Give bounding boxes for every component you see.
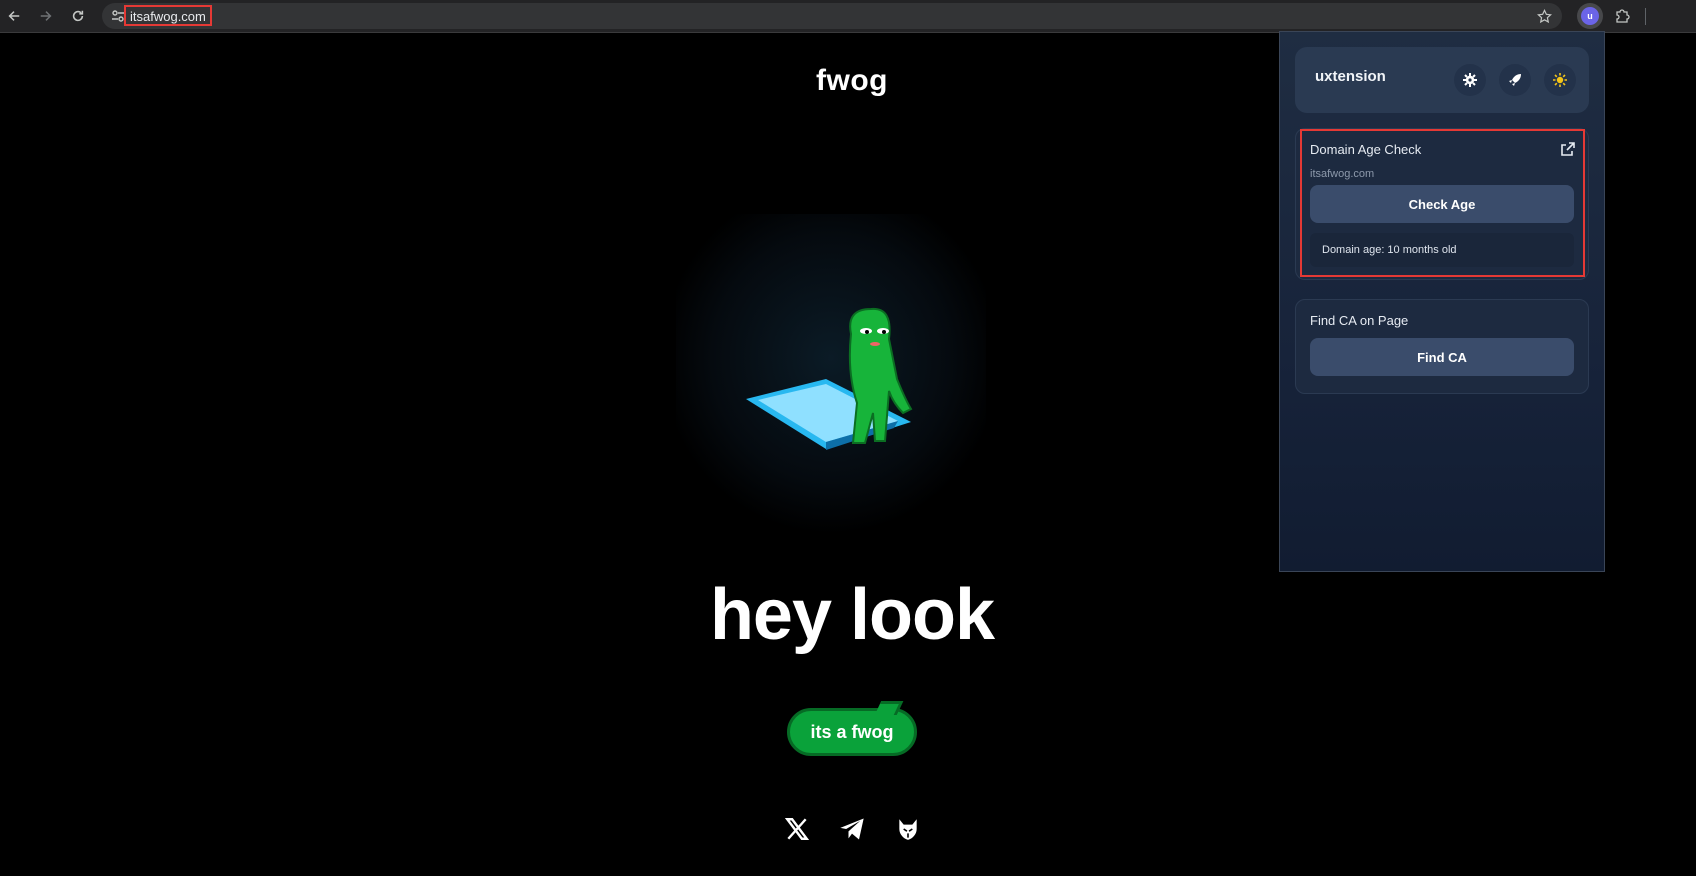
extension-popup: uxtension Domain Age Check itsafwog.com … (1279, 31, 1605, 572)
sun-icon (1553, 73, 1567, 87)
find-ca-card: Find CA on Page Find CA (1295, 299, 1589, 394)
find-ca-button[interactable]: Find CA (1310, 338, 1574, 376)
extension-avatar: u (1581, 7, 1599, 25)
extension-title: uxtension (1315, 68, 1386, 85)
highlight-box (1300, 129, 1585, 277)
find-ca-title: Find CA on Page (1310, 313, 1409, 328)
puzzle-icon (1616, 9, 1630, 23)
arrow-right-icon (40, 11, 52, 21)
toolbar-divider (1645, 8, 1646, 25)
cta-tab-decoration (874, 701, 904, 715)
x-icon (784, 818, 810, 840)
rocket-icon (1509, 74, 1521, 86)
x-link[interactable] (782, 814, 812, 844)
arrow-left-icon (8, 11, 20, 21)
extensions-button[interactable] (1611, 5, 1633, 27)
dexscreener-icon (899, 819, 917, 840)
browser-toolbar: itsafwog.com u (0, 0, 1696, 33)
url-text[interactable]: itsafwog.com (124, 5, 212, 26)
settings-button[interactable] (1454, 64, 1486, 96)
its-a-fwog-button[interactable]: its a fwog (787, 701, 917, 756)
bookmark-button[interactable] (1533, 5, 1555, 27)
uxtension-extension-button[interactable]: u (1577, 3, 1603, 29)
popup-header: uxtension (1295, 47, 1589, 113)
star-icon (1536, 8, 1552, 23)
gear-icon (1463, 73, 1477, 87)
telegram-icon (840, 818, 864, 840)
telegram-link[interactable] (837, 814, 867, 844)
launch-button[interactable] (1499, 64, 1531, 96)
theme-toggle-button[interactable] (1544, 64, 1576, 96)
reload-button[interactable] (67, 5, 89, 27)
hero-headline: hey look (709, 575, 995, 655)
cta-label: its a fwog (810, 721, 894, 742)
fwog-hero-image (676, 214, 986, 534)
address-bar[interactable]: itsafwog.com (102, 3, 1562, 29)
reload-icon (72, 10, 84, 22)
back-button[interactable] (3, 5, 25, 27)
dexscreener-link[interactable] (893, 814, 923, 844)
forward-button[interactable] (35, 5, 57, 27)
